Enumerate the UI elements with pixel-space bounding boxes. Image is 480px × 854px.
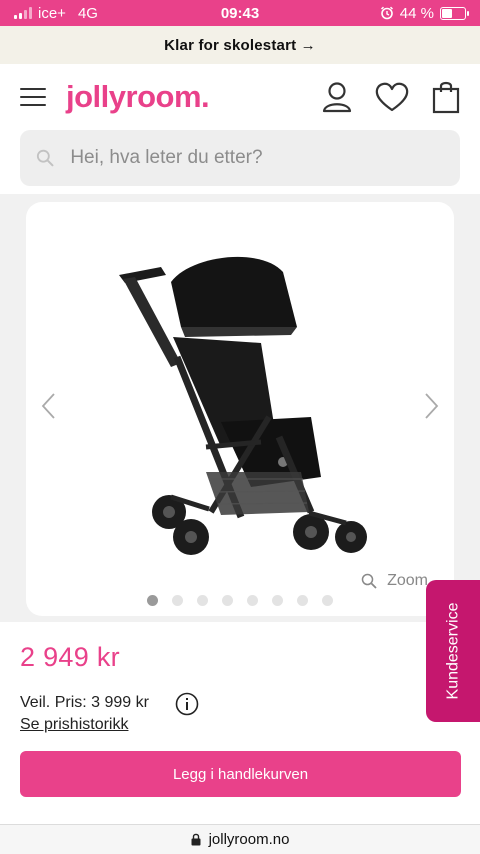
customer-service-tab[interactable]: Kundeservice [426,580,480,722]
promo-banner[interactable]: Klar for skolestart → [0,26,480,64]
gallery-dot[interactable] [297,595,308,606]
promo-text[interactable]: Klar for skolestart → [164,37,316,54]
carrier-info: ice+ 4G [14,5,98,22]
clock: 09:43 [220,4,260,22]
battery-icon [440,6,469,20]
gallery-pagination [26,595,454,606]
signal-icon [14,7,32,19]
status-bar: ice+ 4G 09:43 44 % [0,0,480,26]
add-to-cart-button[interactable]: Legg i handlekurven [20,751,461,797]
search-input[interactable] [70,147,444,169]
gallery-dot[interactable] [197,595,208,606]
shopping-bag-icon[interactable] [432,80,460,114]
gallery-dot[interactable] [172,595,183,606]
network-type: 4G [77,4,98,22]
info-icon[interactable] [175,692,199,716]
browser-url-bar[interactable]: jollyroom.no [0,824,480,854]
header-actions [322,80,460,114]
account-icon[interactable] [322,81,352,113]
price-history-link[interactable]: Se prishistorikk [20,716,128,734]
battery-info: 44 % [380,4,469,22]
heart-icon[interactable] [374,81,410,113]
site-header: jollyroom. [0,64,480,130]
magnifier-icon [361,573,377,589]
chevron-left-icon[interactable] [40,392,56,420]
alarm-icon [380,6,393,20]
recommended-price: Veil. Pris: 3 999 kr [20,694,149,711]
product-gallery[interactable]: Zoom [26,202,454,616]
search-icon [36,149,54,167]
gallery-dot[interactable] [272,595,283,606]
customer-service-label[interactable]: Kundeservice [444,603,462,700]
search-section [0,130,480,186]
carrier-name: ice+ [38,4,66,22]
search-bar[interactable] [20,130,460,186]
zoom-control[interactable]: Zoom [361,572,428,590]
product-image[interactable] [111,247,371,577]
url-text[interactable]: jollyroom.no [209,831,290,848]
battery-percent: 44 % [399,4,434,22]
site-logo[interactable]: jollyroom. [66,79,210,115]
zoom-label[interactable]: Zoom [387,572,428,590]
gallery-dot[interactable] [222,595,233,606]
gallery-dot[interactable] [147,595,158,606]
gallery-dot[interactable] [322,595,333,606]
chevron-right-icon[interactable] [424,392,440,420]
menu-icon[interactable] [20,88,46,106]
lock-icon [191,833,201,846]
gallery-dot[interactable] [247,595,258,606]
product-price: 2 949 kr [20,642,120,672]
